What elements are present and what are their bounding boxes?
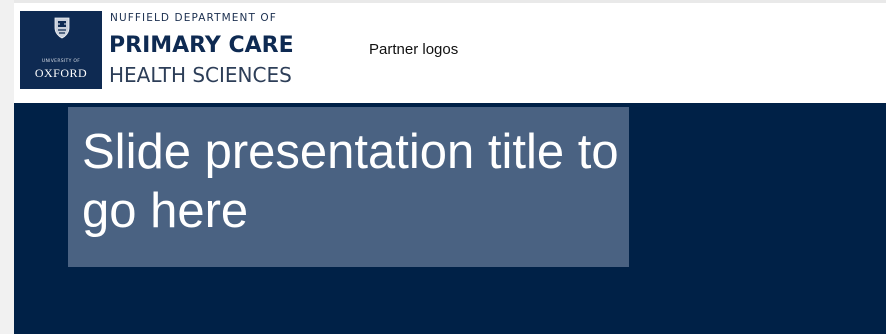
department-name-line1: NUFFIELD DEPARTMENT OF (110, 12, 277, 24)
department-name-line3: HEALTH SCIENCES (109, 63, 292, 87)
crest-shield-icon (54, 17, 70, 39)
slide-header: University of OXFORD NUFFIELD DEPARTMENT… (14, 3, 886, 103)
oxford-crest-logo: University of OXFORD (20, 11, 102, 89)
left-gutter (0, 0, 14, 334)
slide-title[interactable]: Slide presentation title to go here (82, 123, 622, 241)
crest-oxford-label: OXFORD (34, 66, 88, 80)
title-box: Slide presentation title to go here (68, 107, 629, 267)
department-name-line2: PRIMARY CARE (109, 33, 294, 58)
partner-logos-placeholder: Partner logos (369, 41, 459, 58)
crest-university-label: University of (41, 59, 81, 64)
slide: University of OXFORD NUFFIELD DEPARTMENT… (14, 3, 886, 334)
